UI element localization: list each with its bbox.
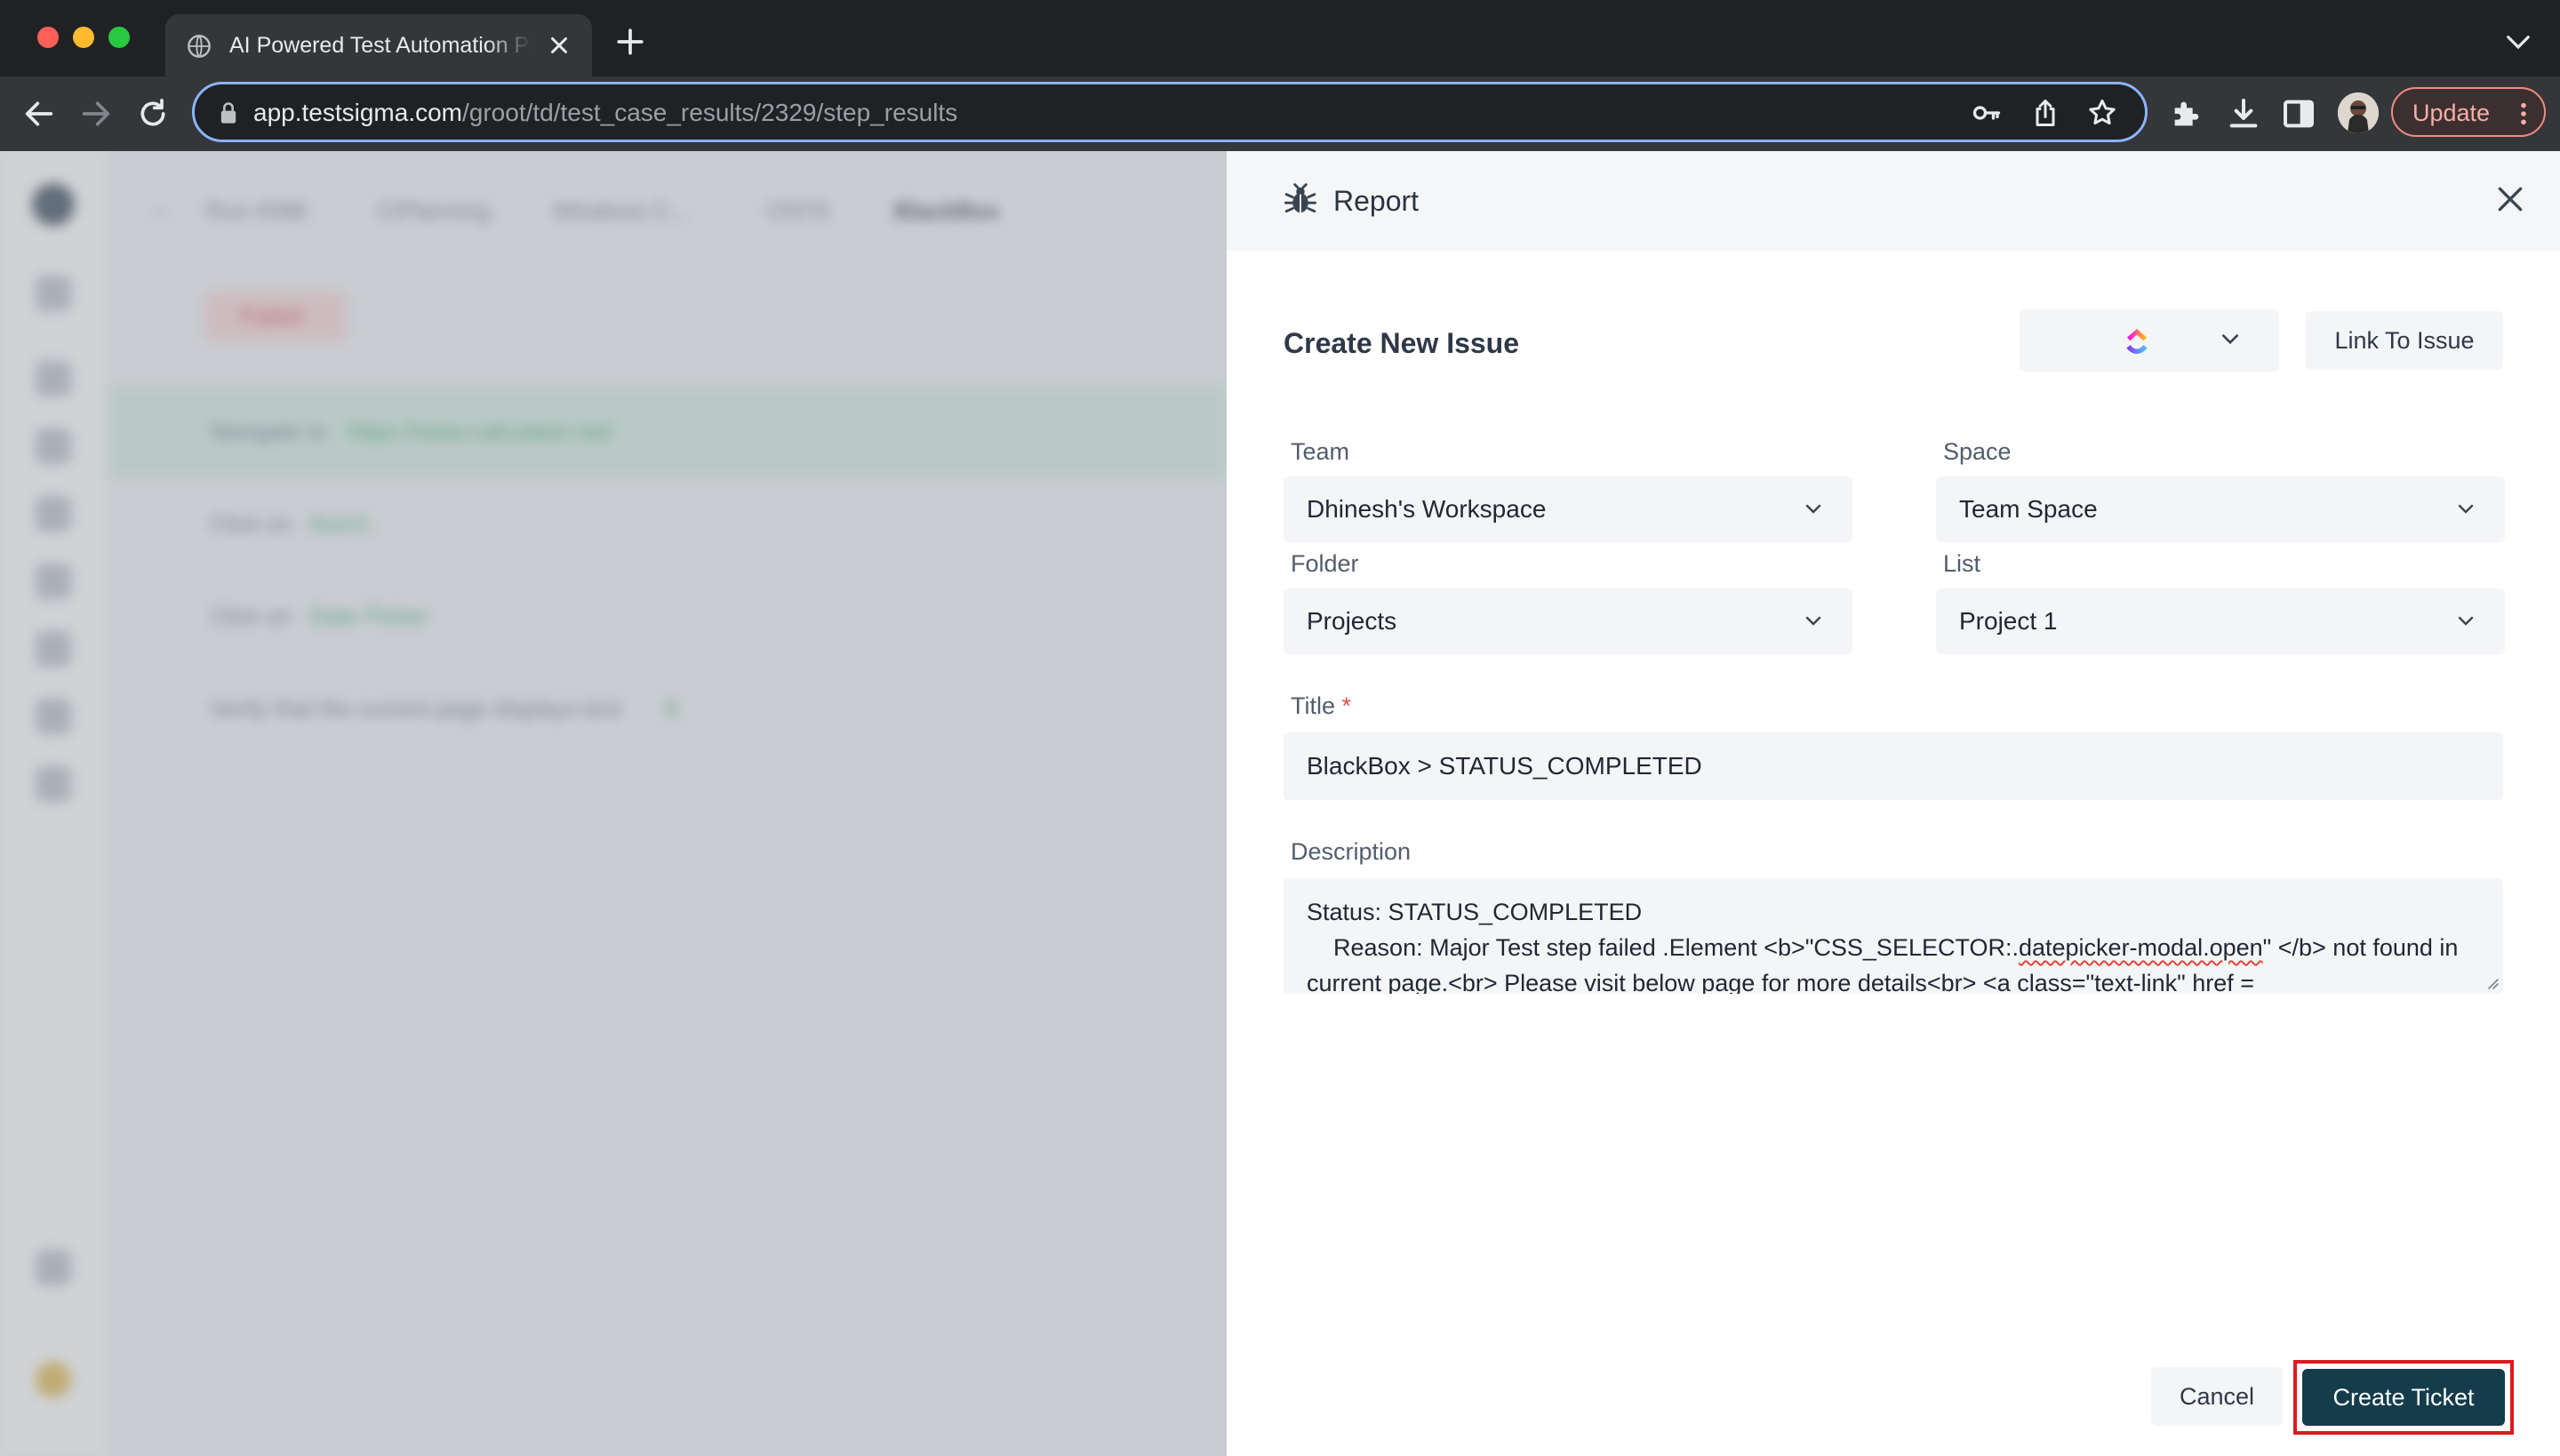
side-panel-icon[interactable] — [2281, 96, 2316, 132]
description-textarea[interactable]: Status: STATUS_COMPLETED Reason: Major T… — [1284, 878, 2503, 994]
report-drawer: Report Create New Issue Link To Issue Te… — [1227, 151, 2560, 1456]
title-input-value: BlackBox > STATUS_COMPLETED — [1307, 752, 1702, 780]
bug-icon — [1284, 183, 1317, 213]
team-select[interactable]: Dhinesh's Workspace — [1284, 476, 1852, 542]
description-text: Status: STATUS_COMPLETED Reason: Major T… — [1307, 894, 2489, 994]
window-close-button[interactable] — [37, 27, 59, 48]
folder-label: Folder — [1291, 550, 1359, 577]
download-icon[interactable] — [2226, 96, 2261, 132]
clickup-logo-icon — [2126, 329, 2148, 354]
tab-close-icon[interactable] — [546, 32, 572, 59]
new-tab-plus-icon[interactable] — [615, 27, 645, 57]
section-title: Create New Issue — [1284, 327, 1520, 359]
url-host: app.testsigma.com — [253, 99, 462, 126]
description-line: Status: STATUS_COMPLETED — [1307, 899, 1643, 925]
title-input[interactable]: BlackBox > STATUS_COMPLETED — [1284, 732, 2503, 800]
back-arrow-icon[interactable] — [21, 96, 57, 132]
reload-icon[interactable] — [135, 96, 171, 132]
list-label: List — [1943, 550, 1981, 577]
title-label-text: Title — [1291, 692, 1336, 719]
key-icon[interactable] — [1971, 97, 2003, 129]
chevron-down-icon — [1805, 504, 1821, 514]
globe-icon — [188, 35, 211, 58]
resize-handle-icon[interactable] — [2484, 974, 2500, 990]
lock-icon[interactable] — [218, 100, 239, 125]
link-to-issue-button[interactable]: Link To Issue — [2306, 311, 2503, 370]
folder-select-value: Projects — [1307, 607, 1397, 635]
team-label: Team — [1291, 438, 1350, 465]
close-icon[interactable] — [2492, 181, 2528, 217]
person-icon — [2338, 92, 2379, 133]
profile-avatar[interactable] — [2338, 92, 2379, 133]
chevron-down-icon — [2221, 334, 2239, 345]
window-minimize-button[interactable] — [73, 27, 94, 48]
address-bar[interactable]: app.testsigma.com/groot/td/test_case_res… — [192, 82, 2148, 142]
url-text[interactable]: app.testsigma.com/groot/td/test_case_res… — [253, 98, 957, 128]
tab-search-chevron-icon[interactable] — [2505, 32, 2532, 53]
window-zoom-button[interactable] — [108, 27, 130, 48]
space-label: Space — [1943, 438, 2012, 465]
description-line: Reason: Major Test step failed .Element … — [1307, 934, 2019, 961]
tab-title: AI Powered Test Automation Platform — [229, 33, 532, 58]
create-ticket-button[interactable]: Create Ticket — [2302, 1369, 2505, 1426]
update-button[interactable]: Update — [2391, 87, 2546, 137]
browser-tabstrip: AI Powered Test Automation Platform — [0, 0, 2560, 76]
folder-select[interactable]: Projects — [1284, 588, 1852, 654]
url-path: /groot/td/test_case_results/2329/step_re… — [462, 99, 958, 126]
title-label: Title * — [1291, 692, 1351, 720]
space-select-value: Team Space — [1959, 495, 2098, 523]
browser-tab-active[interactable]: AI Powered Test Automation Platform — [165, 14, 592, 76]
team-select-value: Dhinesh's Workspace — [1307, 495, 1547, 523]
spellcheck-flagged-text: datepicker-modal.open — [2018, 934, 2263, 961]
browser-toolbar: app.testsigma.com/groot/td/test_case_res… — [0, 76, 2560, 151]
description-label: Description — [1291, 838, 1412, 865]
drawer-title: Report — [1333, 185, 1420, 217]
chevron-down-icon — [2458, 616, 2474, 626]
forward-arrow-icon[interactable] — [78, 96, 114, 132]
required-mark: * — [1341, 692, 1352, 719]
chevron-down-icon — [2458, 504, 2474, 514]
modal-backdrop[interactable] — [0, 151, 1227, 1456]
update-label: Update — [2412, 100, 2491, 126]
drawer-header: Report — [1227, 151, 2560, 251]
chevron-down-icon — [1805, 616, 1821, 626]
more-vertical-icon[interactable] — [2519, 101, 2528, 126]
space-select[interactable]: Team Space — [1936, 476, 2505, 542]
extensions-puzzle-icon[interactable] — [2169, 96, 2204, 132]
list-select-value: Project 1 — [1959, 607, 2058, 635]
tracker-select[interactable] — [2020, 309, 2279, 372]
cancel-button[interactable]: Cancel — [2151, 1367, 2283, 1426]
list-select[interactable]: Project 1 — [1936, 588, 2505, 654]
share-icon[interactable] — [2029, 97, 2061, 129]
background-app: ← Run #598 CIPlanning Windows C... CNTS … — [0, 151, 1227, 1456]
bookmark-star-icon[interactable] — [2086, 97, 2118, 129]
